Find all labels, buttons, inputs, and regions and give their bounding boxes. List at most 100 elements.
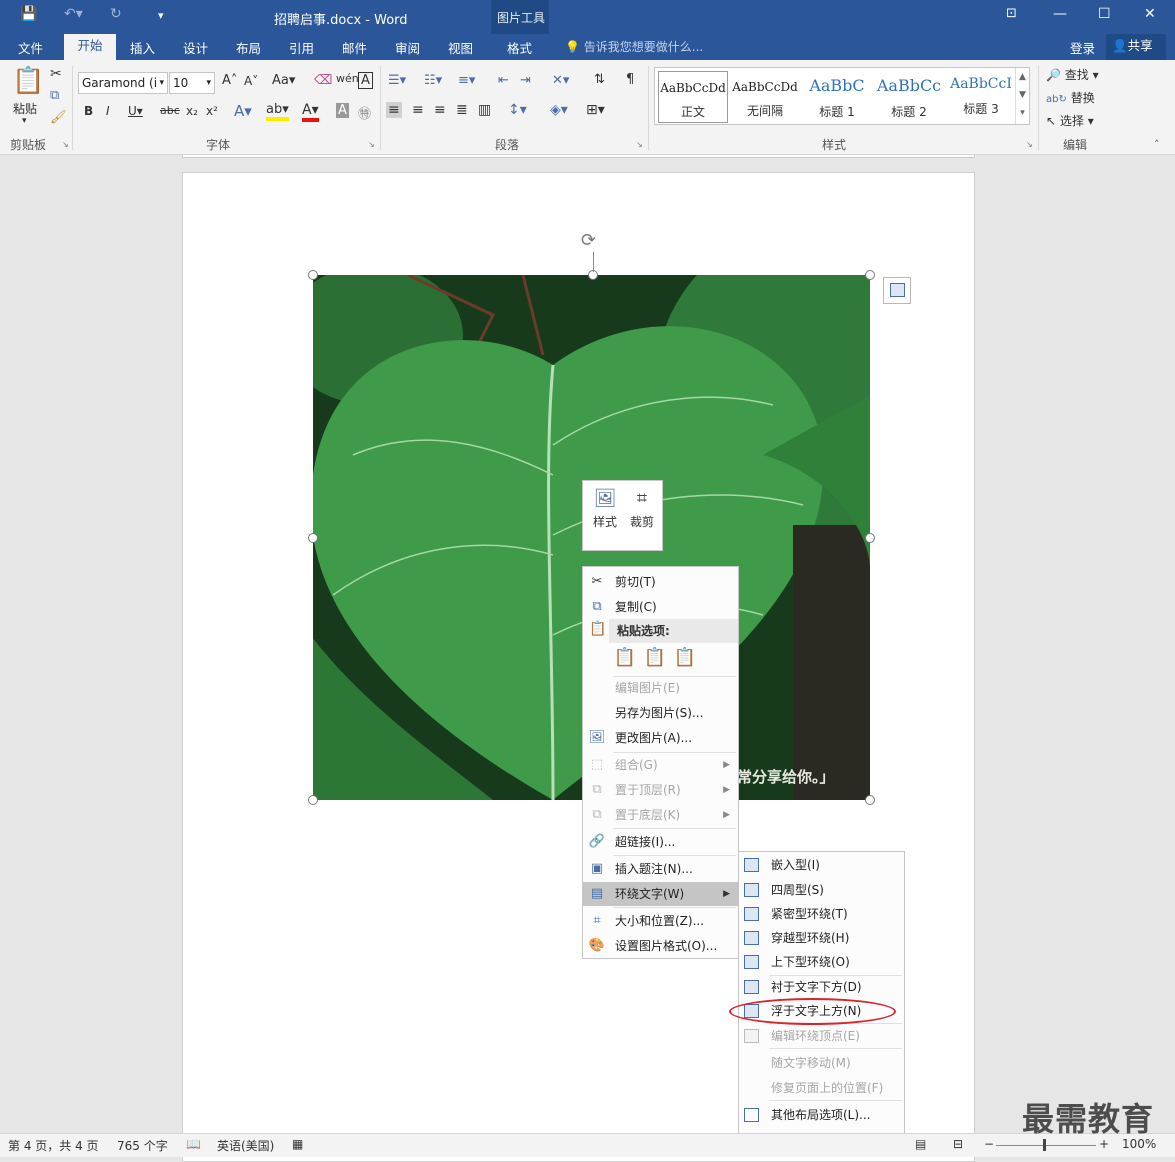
text-effects-icon[interactable]: A▾ xyxy=(234,102,252,120)
align-right-icon[interactable]: ≡ xyxy=(434,102,446,118)
gallery-scroll[interactable]: ▲ ▼ ▾ xyxy=(1015,68,1029,124)
page-count[interactable]: 第 4 页，共 4 页 xyxy=(8,1137,99,1154)
tab-file[interactable]: 文件 xyxy=(18,38,43,57)
menu-item-insert-caption[interactable]: ▣ 插入题注(N)... xyxy=(583,857,738,881)
resize-handle-nw[interactable] xyxy=(308,270,318,280)
menu-item-wrap-text[interactable]: ▤ 环绕文字(W) ▶ xyxy=(583,882,738,906)
sort-icon[interactable]: ⇅ xyxy=(594,72,605,87)
strikethrough-icon[interactable]: abc xyxy=(160,104,180,117)
resize-handle-se[interactable] xyxy=(865,795,875,805)
save-icon[interactable]: 💾 xyxy=(20,6,37,22)
font-launcher-icon[interactable]: ↘ xyxy=(368,140,375,149)
resize-handle-e[interactable] xyxy=(865,533,875,543)
style-heading-1[interactable]: AaBbC 标题 1 xyxy=(802,71,872,123)
macro-icon[interactable]: ▦ xyxy=(292,1137,303,1151)
styles-launcher-icon[interactable]: ↘ xyxy=(1026,140,1033,149)
paragraph-launcher-icon[interactable]: ↘ xyxy=(636,140,643,149)
wrap-behind-text[interactable]: 衬于文字下方(D) xyxy=(739,975,904,999)
line-spacing-icon[interactable]: ↕▾ xyxy=(508,102,527,118)
zoom-out-icon[interactable]: − xyxy=(984,1137,994,1151)
wrap-square[interactable]: 四周型(S) xyxy=(739,878,904,902)
shrink-font-icon[interactable]: A˅ xyxy=(244,74,258,88)
paste-button[interactable]: 粘贴 xyxy=(13,100,37,117)
enclose-char-icon[interactable]: ㊕ xyxy=(358,103,371,122)
char-border-icon[interactable]: A xyxy=(358,72,373,89)
tab-insert[interactable]: 插入 xyxy=(130,38,155,57)
menu-item-hyperlink[interactable]: 🔗 超链接(I)... xyxy=(583,830,738,854)
web-layout-icon[interactable]: ⊟ xyxy=(953,1137,963,1151)
numbering-icon[interactable]: ☷▾ xyxy=(424,73,442,88)
wrap-top-bottom[interactable]: 上下型环绕(O) xyxy=(739,950,904,974)
customize-qat-icon[interactable]: ▾ xyxy=(158,9,164,22)
menu-item-save-as-picture[interactable]: 另存为图片(S)... xyxy=(583,701,738,725)
menu-item-cut[interactable]: ✂ 剪切(T) xyxy=(583,570,738,594)
highlight-color-icon[interactable]: ab▾ xyxy=(266,102,289,121)
char-shading-icon[interactable]: A xyxy=(336,103,349,118)
crop-button[interactable]: ⌗ 裁剪 xyxy=(624,485,660,530)
align-center-icon[interactable]: ≡ xyxy=(412,102,424,118)
underline-icon[interactable]: U▾ xyxy=(128,104,143,118)
wrap-inline[interactable]: 嵌入型(I) xyxy=(739,853,904,877)
wrap-tight[interactable]: 紧密型环绕(T) xyxy=(739,902,904,926)
tell-me-search[interactable]: 💡 告诉我您想要做什么... xyxy=(565,38,703,55)
align-left-icon[interactable]: ≡ xyxy=(386,102,402,118)
justify-icon[interactable]: ≣ xyxy=(456,102,468,118)
minimize-icon[interactable]: — xyxy=(1053,6,1067,22)
decrease-indent-icon[interactable]: ⇤ xyxy=(498,73,509,88)
style-heading-3[interactable]: AaBbCcI 标题 3 xyxy=(946,71,1016,123)
tab-layout[interactable]: 布局 xyxy=(236,38,261,57)
replace-button[interactable]: ab↻ 替换 xyxy=(1046,89,1095,106)
paste-picture-icon[interactable]: 📋 xyxy=(642,647,668,673)
shading-icon[interactable]: ◈▾ xyxy=(550,102,568,118)
italic-icon[interactable]: I xyxy=(106,104,110,118)
borders-icon[interactable]: ⊞▾ xyxy=(586,102,605,118)
format-painter-icon[interactable]: 🖌 xyxy=(50,110,67,125)
tab-mailings[interactable]: 邮件 xyxy=(342,38,367,57)
proofing-icon[interactable]: 📖 xyxy=(186,1137,201,1151)
subscript-icon[interactable]: x₂ xyxy=(186,104,198,118)
menu-item-change-picture[interactable]: 🖼 更改图片(A)... xyxy=(583,726,738,750)
change-case-icon[interactable]: Aa▾ xyxy=(272,73,295,88)
bold-icon[interactable]: B xyxy=(84,104,93,118)
picture-style-button[interactable]: 🖼 样式 xyxy=(587,485,623,530)
wrap-more-layout-options[interactable]: 其他布局选项(L)... xyxy=(739,1103,904,1127)
tab-home[interactable]: 开始 xyxy=(64,34,116,60)
style-heading-2[interactable]: AaBbCc 标题 2 xyxy=(874,71,944,123)
menu-item-copy[interactable]: ⧉ 复制(C) xyxy=(583,595,738,619)
paste-text-only-icon[interactable]: 📋 xyxy=(672,647,698,673)
paste-keep-formatting-icon[interactable]: 📋 xyxy=(612,647,638,673)
resize-handle-ne[interactable] xyxy=(865,270,875,280)
tab-view[interactable]: 视图 xyxy=(448,38,473,57)
redo-icon[interactable]: ↻ xyxy=(110,6,122,22)
undo-icon[interactable]: ↶▾ xyxy=(64,6,83,22)
collapse-ribbon-icon[interactable]: ˄ xyxy=(1154,138,1160,151)
distributed-icon[interactable]: ▥ xyxy=(478,102,491,118)
tab-review[interactable]: 审阅 xyxy=(395,38,420,57)
paste-icon[interactable]: 📋 xyxy=(12,66,44,96)
zoom-slider[interactable] xyxy=(996,1145,1096,1146)
style-no-spacing[interactable]: AaBbCcDd 无间隔 xyxy=(730,71,800,123)
resize-handle-sw[interactable] xyxy=(308,795,318,805)
menu-item-size-position[interactable]: ⌗ 大小和位置(Z)... xyxy=(583,909,738,933)
font-name-select[interactable]: Garamond (i ▾ xyxy=(78,72,168,94)
phonetic-guide-icon[interactable]: wén xyxy=(336,72,359,85)
select-button[interactable]: ↖ 选择 ▾ xyxy=(1046,112,1094,129)
style-normal[interactable]: AaBbCcDd 正文 xyxy=(658,71,728,123)
increase-indent-icon[interactable]: ⇥ xyxy=(520,73,531,88)
tab-references[interactable]: 引用 xyxy=(289,38,314,57)
copy-icon[interactable]: ⧉ xyxy=(50,88,59,103)
share-button[interactable]: 👤共享 xyxy=(1106,34,1166,60)
login-link[interactable]: 登录 xyxy=(1070,38,1095,57)
language[interactable]: 英语(美国) xyxy=(217,1137,274,1154)
tab-design[interactable]: 设计 xyxy=(183,38,208,57)
zoom-slider-thumb[interactable] xyxy=(1043,1139,1046,1151)
wrap-through[interactable]: 穿越型环绕(H) xyxy=(739,926,904,950)
cut-icon[interactable]: ✂ xyxy=(50,66,62,82)
multilevel-list-icon[interactable]: ≡▾ xyxy=(458,73,475,88)
font-size-select[interactable]: 10 ▾ xyxy=(169,72,215,94)
paste-dropdown-icon[interactable]: ▾ xyxy=(22,116,27,126)
show-marks-icon[interactable]: ¶ xyxy=(626,72,634,87)
find-button[interactable]: 🔎 查找 ▾ xyxy=(1046,66,1099,83)
clear-format-icon[interactable]: ⌫ xyxy=(314,73,332,88)
clipboard-launcher-icon[interactable]: ↘ xyxy=(62,140,69,149)
